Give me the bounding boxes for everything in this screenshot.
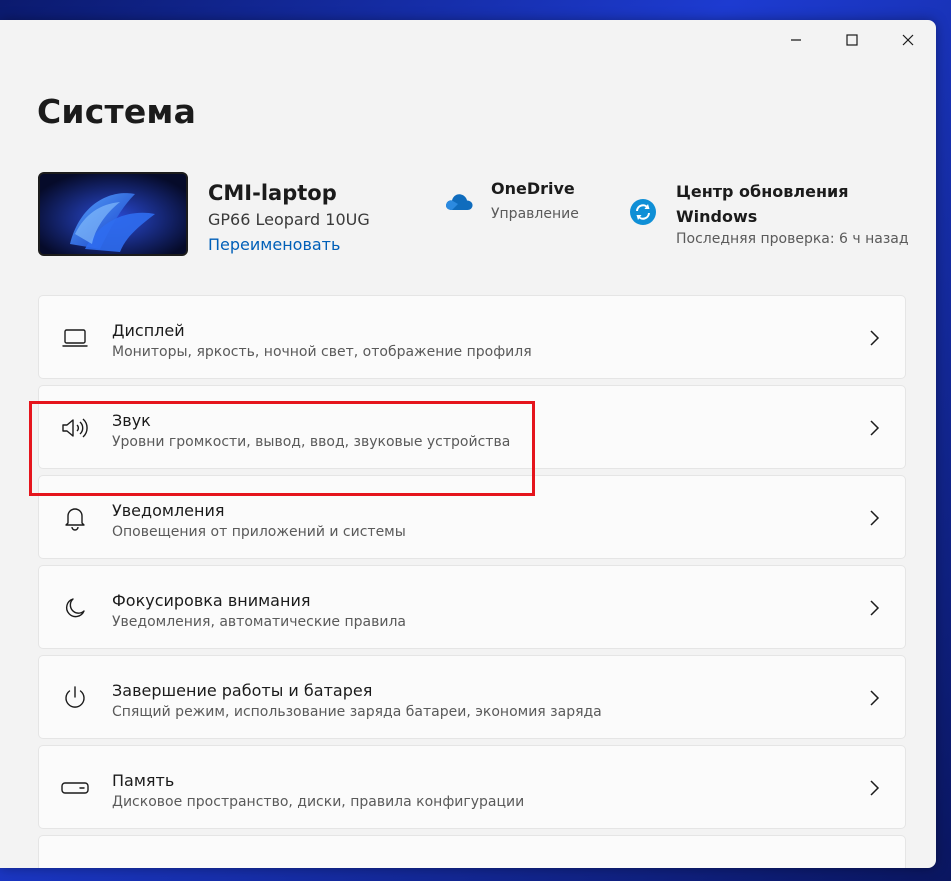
minimize-button[interactable]: [768, 20, 824, 60]
maximize-icon: [846, 34, 858, 46]
settings-item-description: Уведомления, автоматические правила: [112, 614, 406, 630]
settings-item-title: Завершение работы и батарея: [112, 681, 373, 700]
cloud-icon[interactable]: [444, 190, 474, 212]
settings-item-focus[interactable]: Фокусировка внимания Уведомления, автома…: [38, 565, 906, 649]
settings-item-display[interactable]: Дисплей Мониторы, яркость, ночной свет, …: [38, 295, 906, 379]
minimize-icon: [791, 39, 801, 41]
close-button[interactable]: [880, 20, 936, 60]
settings-item-description: Спящий режим, использование заряда батар…: [112, 704, 602, 720]
settings-window: Система CMI-laptop GP66 Leopard 10UG Пер…: [0, 20, 936, 868]
bell-icon: [61, 504, 89, 532]
rename-link[interactable]: Переименовать: [208, 235, 340, 254]
power-icon: [61, 684, 89, 712]
maximize-button[interactable]: [824, 20, 880, 60]
chevron-right-icon: [870, 330, 880, 346]
chevron-right-icon: [870, 690, 880, 706]
wallpaper-bloom-image: [40, 174, 186, 254]
moon-icon: [61, 594, 89, 622]
onedrive-subtitle: Управление: [491, 206, 579, 222]
settings-item-partial[interactable]: [38, 835, 906, 868]
page-title: Система: [37, 92, 197, 131]
settings-list: Дисплей Мониторы, яркость, ночной свет, …: [38, 295, 906, 868]
chevron-right-icon: [870, 600, 880, 616]
device-wallpaper-thumbnail[interactable]: [38, 172, 188, 256]
settings-item-description: Мониторы, яркость, ночной свет, отображе…: [112, 344, 532, 360]
onedrive-title[interactable]: OneDrive: [491, 179, 575, 198]
settings-item-notifications[interactable]: Уведомления Оповещения от приложений и с…: [38, 475, 906, 559]
windows-update-title[interactable]: Центр обновления Windows: [676, 179, 876, 229]
settings-item-title: Уведомления: [112, 501, 225, 520]
close-icon: [902, 34, 914, 46]
settings-item-description: Уровни громкости, вывод, ввод, звуковые …: [112, 434, 511, 450]
settings-item-description: Оповещения от приложений и системы: [112, 524, 406, 540]
settings-item-sound[interactable]: Звук Уровни громкости, вывод, ввод, звук…: [38, 385, 906, 469]
settings-item-title: Звук: [112, 411, 151, 430]
settings-item-title: Память: [112, 771, 175, 790]
chevron-right-icon: [870, 420, 880, 436]
drive-icon: [61, 774, 89, 802]
settings-item-storage[interactable]: Память Дисковое пространство, диски, пра…: [38, 745, 906, 829]
device-model: GP66 Leopard 10UG: [208, 210, 370, 229]
settings-item-description: Дисковое пространство, диски, правила ко…: [112, 794, 525, 810]
window-controls: [768, 20, 936, 60]
windows-update-subtitle: Последняя проверка: 6 ч назад: [676, 231, 909, 247]
chevron-right-icon: [870, 510, 880, 526]
chevron-right-icon: [870, 780, 880, 796]
sync-icon[interactable]: [630, 199, 656, 225]
settings-item-title: Фокусировка внимания: [112, 591, 311, 610]
settings-item-title: Дисплей: [112, 321, 185, 340]
settings-item-power[interactable]: Завершение работы и батарея Спящий режим…: [38, 655, 906, 739]
laptop-icon: [61, 324, 89, 352]
speaker-icon: [61, 414, 89, 442]
device-name: CMI-laptop: [208, 181, 337, 205]
